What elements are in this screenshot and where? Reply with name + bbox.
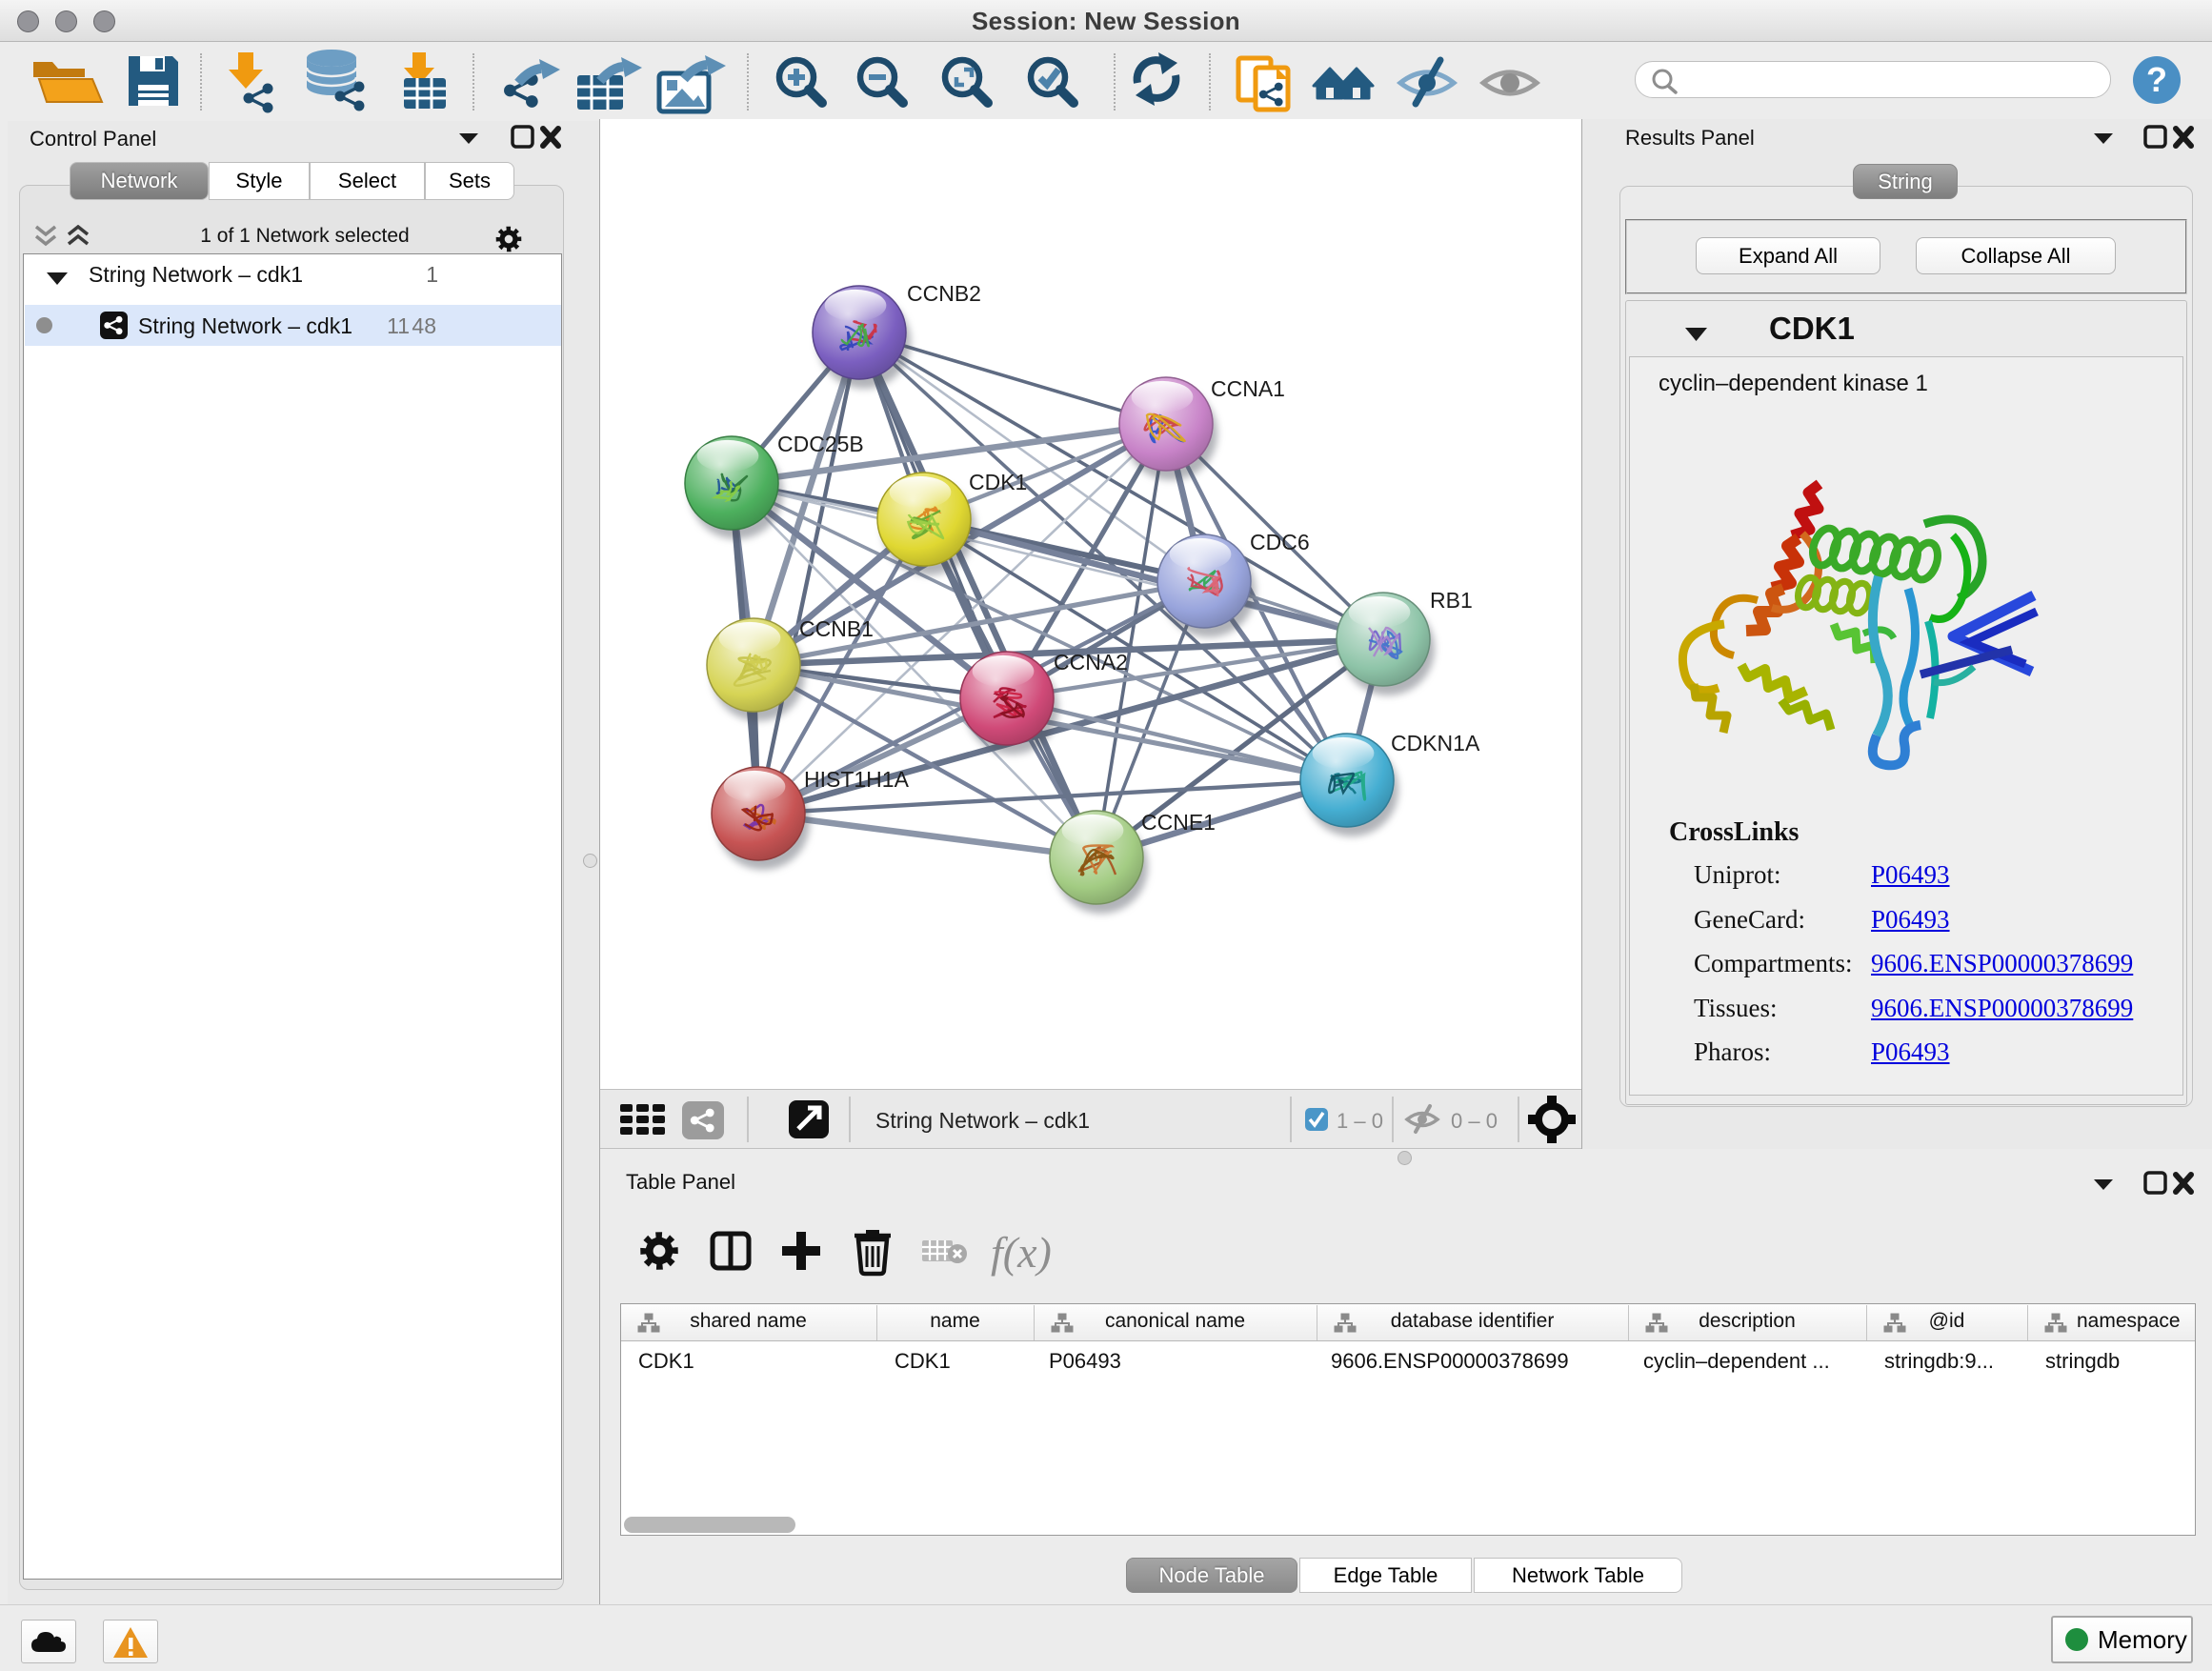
svg-text:CDK1: CDK1 xyxy=(969,470,1027,494)
svg-text:CCNE1: CCNE1 xyxy=(1141,810,1216,835)
svg-text:CCNB2: CCNB2 xyxy=(907,281,981,306)
svg-text:CDC25B: CDC25B xyxy=(777,432,864,456)
svg-text:1 – 0: 1 – 0 xyxy=(1337,1109,1383,1133)
svg-text:CCNA2: CCNA2 xyxy=(1054,650,1128,674)
svg-text:f(x): f(x) xyxy=(991,1228,1052,1277)
svg-text:CDC6: CDC6 xyxy=(1250,530,1310,554)
svg-text:?: ? xyxy=(2146,60,2167,99)
svg-text:CDKN1A: CDKN1A xyxy=(1391,731,1480,755)
svg-text:RB1: RB1 xyxy=(1430,588,1473,613)
svg-text:String Network – cdk1: String Network – cdk1 xyxy=(875,1108,1090,1133)
svg-text:0 – 0: 0 – 0 xyxy=(1451,1109,1498,1133)
svg-text:HIST1H1A: HIST1H1A xyxy=(804,767,910,792)
svg-text:CCNB1: CCNB1 xyxy=(799,616,874,641)
svg-text:CCNA1: CCNA1 xyxy=(1211,376,1285,401)
